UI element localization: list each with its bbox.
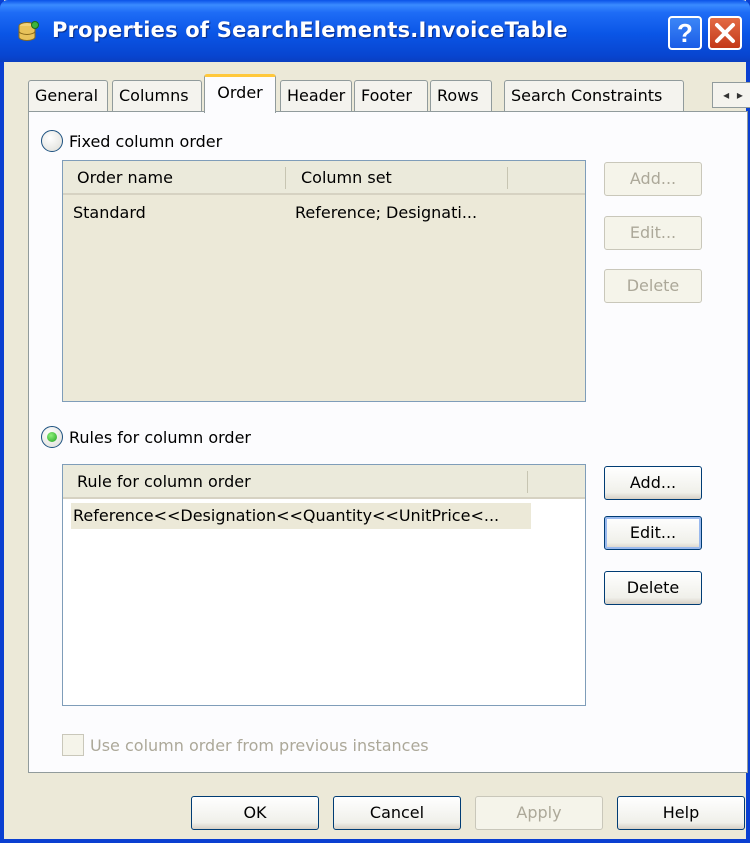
question-icon: ? xyxy=(677,20,693,46)
column-divider[interactable] xyxy=(507,167,508,189)
help-title-button[interactable]: ? xyxy=(668,16,702,50)
chevron-right-icon[interactable]: ▸ xyxy=(737,88,743,102)
column-header-column-set[interactable]: Column set xyxy=(287,161,507,193)
use-previous-checkbox[interactable] xyxy=(62,734,84,756)
tab-rows[interactable]: Rows xyxy=(430,80,492,112)
properties-dialog: Properties of SearchElements.InvoiceTabl… xyxy=(0,0,750,843)
close-button[interactable] xyxy=(708,16,742,50)
use-previous-row[interactable]: Use column order from previous instances xyxy=(62,734,429,756)
cancel-button[interactable]: Cancel xyxy=(333,796,461,830)
tab-header[interactable]: Header xyxy=(280,80,352,112)
apply-button[interactable]: Apply xyxy=(475,796,603,830)
fixed-edit-button[interactable]: Edit... xyxy=(604,216,702,250)
rules-order-label: Rules for column order xyxy=(69,427,251,447)
title-bar[interactable]: Properties of SearchElements.InvoiceTabl… xyxy=(0,0,750,62)
help-button[interactable]: Help xyxy=(617,796,745,830)
fixed-order-radio[interactable] xyxy=(41,130,63,152)
window-title: Properties of SearchElements.InvoiceTabl… xyxy=(52,18,568,42)
tab-footer[interactable]: Footer xyxy=(354,80,428,112)
ok-button[interactable]: OK xyxy=(191,796,319,830)
rules-delete-button[interactable]: Delete xyxy=(604,571,702,605)
order-tab-panel: Fixed column order Order name Column set… xyxy=(28,111,748,773)
close-icon xyxy=(715,23,735,43)
rules-edit-button[interactable]: Edit... xyxy=(604,516,702,550)
chevron-left-icon[interactable]: ◂ xyxy=(723,88,729,102)
rules-order-list[interactable]: Rule for column order Reference<<Designa… xyxy=(62,464,586,706)
list-item-column-set[interactable]: Reference; Designati... xyxy=(295,203,477,222)
fixed-order-label: Fixed column order xyxy=(69,131,223,151)
tab-search-constraints[interactable]: Search Constraints xyxy=(504,80,684,112)
rules-order-radio-row[interactable]: Rules for column order xyxy=(41,426,251,448)
tab-columns[interactable]: Columns xyxy=(112,80,202,112)
tab-strip: General Columns Order Header Footer Rows… xyxy=(28,74,750,113)
fixed-order-radio-row[interactable]: Fixed column order xyxy=(41,130,222,152)
tab-general[interactable]: General xyxy=(28,80,108,112)
svg-text:?: ? xyxy=(677,20,693,46)
rules-order-radio[interactable] xyxy=(41,426,63,448)
fixed-add-button[interactable]: Add... xyxy=(604,162,702,196)
column-divider[interactable] xyxy=(527,471,528,493)
list-item[interactable]: Reference<<Designation<<Quantity<<UnitPr… xyxy=(71,503,531,529)
column-divider[interactable] xyxy=(285,167,286,189)
tab-scroll-buttons[interactable]: ◂ ▸ xyxy=(712,82,750,108)
rules-add-button[interactable]: Add... xyxy=(604,466,702,500)
use-previous-label: Use column order from previous instances xyxy=(90,735,429,755)
tab-order[interactable]: Order xyxy=(204,74,276,113)
list-header: Order name Column set xyxy=(63,161,585,195)
list-header: Rule for column order xyxy=(63,465,585,499)
fixed-delete-button[interactable]: Delete xyxy=(604,269,702,303)
fixed-order-list[interactable]: Order name Column set Standard Reference… xyxy=(62,160,586,402)
column-header-rule[interactable]: Rule for column order xyxy=(63,465,523,497)
column-header-order-name[interactable]: Order name xyxy=(63,161,283,193)
list-item[interactable]: Standard xyxy=(73,203,146,222)
database-icon xyxy=(18,21,39,41)
